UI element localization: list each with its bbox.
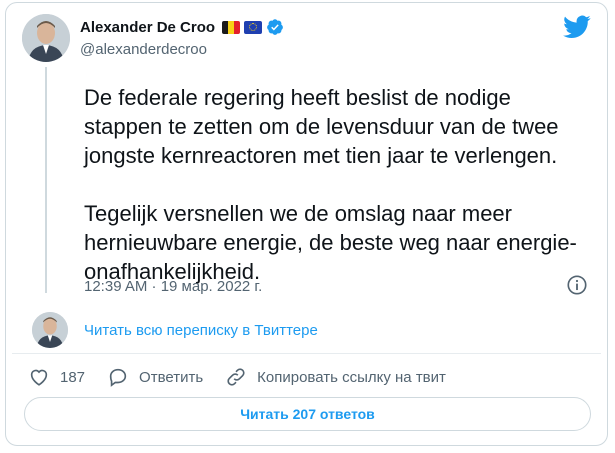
- belgium-flag-icon: [222, 20, 241, 34]
- copy-link-label: Копировать ссылку на твит: [257, 368, 446, 386]
- reply-bubble-icon: [109, 368, 127, 387]
- reply-avatar[interactable]: [32, 312, 68, 348]
- twitter-bird-icon[interactable]: [563, 15, 591, 39]
- author-name[interactable]: Alexander De Croo: [80, 19, 215, 36]
- copy-link-button[interactable]: Копировать ссылку на твит: [225, 366, 446, 388]
- read-replies-button[interactable]: Читать 207 ответов: [24, 397, 591, 431]
- author-avatar[interactable]: [22, 14, 70, 62]
- heart-icon: [30, 369, 48, 386]
- like-button[interactable]: 187: [28, 366, 85, 388]
- thread-line: [45, 67, 47, 293]
- reply-button[interactable]: Ответить: [107, 366, 203, 388]
- author-name-row[interactable]: Alexander De Croo: [80, 18, 284, 36]
- author-handle[interactable]: @alexanderdecroo: [80, 41, 207, 58]
- divider: [12, 353, 601, 354]
- reply-label: Ответить: [139, 368, 204, 386]
- eu-flag-icon: [244, 20, 263, 34]
- info-icon[interactable]: [566, 274, 588, 296]
- link-icon: [227, 368, 245, 386]
- like-count: 187: [60, 368, 86, 386]
- tweet-card: Alexander De Croo @alexanderdecroo De fe…: [5, 2, 608, 446]
- thread-row[interactable]: Читать всю переписку в Твиттере: [32, 312, 318, 348]
- tweet-text: De federale regering heeft beslist de no…: [84, 85, 577, 284]
- read-thread-link[interactable]: Читать всю переписку в Твиттере: [84, 322, 318, 339]
- action-bar: 187 Ответить Копировать ссылку на твит: [28, 366, 468, 388]
- verified-badge-icon: [267, 19, 283, 35]
- tweet-timestamp[interactable]: 12:39 AM · 19 мар. 2022 г.: [84, 278, 262, 295]
